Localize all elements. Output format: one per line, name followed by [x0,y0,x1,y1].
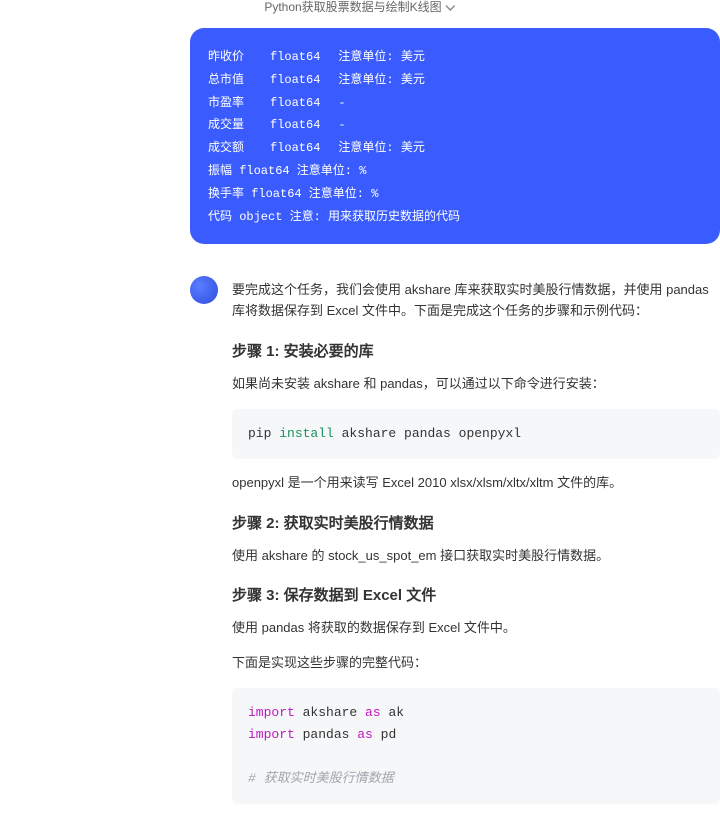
assistant-message: 要完成这个任务，我们会使用 akshare 库来获取实时美股行情数据，并使用 p… [0,264,720,818]
data-row: 成交额float64注意单位: 美元 [208,137,698,160]
page-title-text: Python获取股票数据与绘制K线图 [264,0,441,17]
code-block-install[interactable]: pip install akshare pandas openpyxl [232,409,720,459]
data-row: 代码 object 注意: 用来获取历史数据的代码 [208,206,698,229]
avatar [190,276,218,304]
data-row: 换手率 float64 注意单位: % [208,183,698,206]
full-code-intro: 下面是实现这些步骤的完整代码： [232,653,720,674]
code-block-full[interactable]: import akshare as ak import pandas as pd… [232,688,720,804]
user-message: 昨收价float64注意单位: 美元 总市值float64注意单位: 美元 市盈… [190,28,720,244]
step-1-text: 如果尚未安装 akshare 和 pandas，可以通过以下命令进行安装： [232,374,720,395]
openpyxl-note: openpyxl 是一个用来读写 Excel 2010 xlsx/xlsm/xl… [232,473,720,494]
data-row: 振幅 float64 注意单位: % [208,160,698,183]
step-3-heading: 步骤 3: 保存数据到 Excel 文件 [232,584,720,608]
step-3-text: 使用 pandas 将获取的数据保存到 Excel 文件中。 [232,618,720,639]
intro-text: 要完成这个任务，我们会使用 akshare 库来获取实时美股行情数据，并使用 p… [232,280,720,322]
chevron-down-icon [446,3,456,13]
page-title[interactable]: Python获取股票数据与绘制K线图 [264,0,455,17]
step-2-text: 使用 akshare 的 stock_us_spot_em 接口获取实时美股行情… [232,546,720,567]
step-2-heading: 步骤 2: 获取实时美股行情数据 [232,512,720,536]
data-row: 总市值float64注意单位: 美元 [208,69,698,92]
data-row: 市盈率float64- [208,92,698,115]
data-row: 成交量float64- [208,114,698,137]
step-1-heading: 步骤 1: 安装必要的库 [232,340,720,364]
data-row: 昨收价float64注意单位: 美元 [208,46,698,69]
